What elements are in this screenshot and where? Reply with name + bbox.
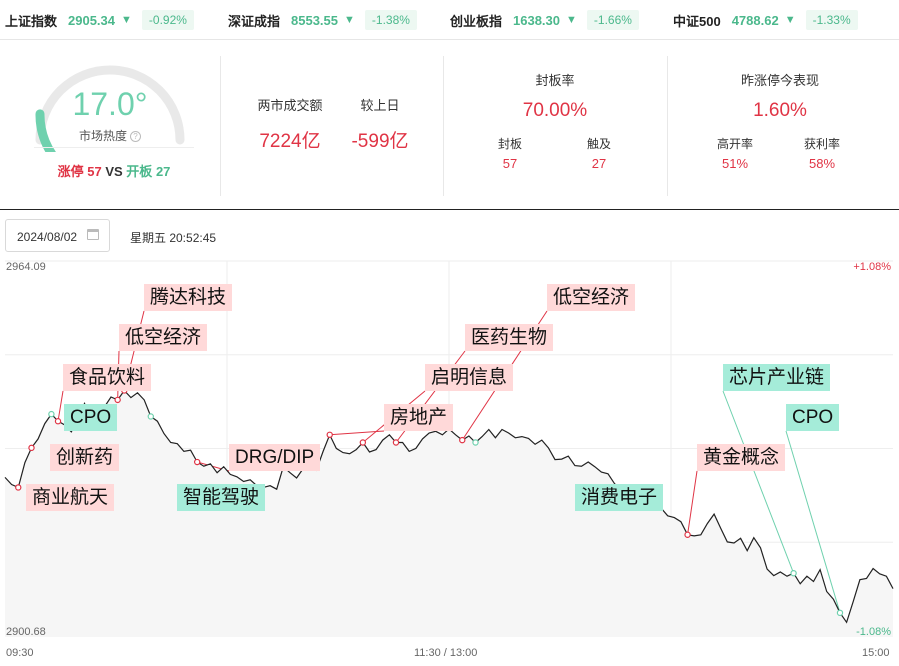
date-value: 2024/08/02 <box>17 230 78 244</box>
pct-max-label: +1.08% <box>853 261 891 273</box>
vs-text: VS <box>105 164 123 179</box>
marker-line <box>687 470 698 535</box>
ticker-value: 2905.34 <box>68 12 116 28</box>
marker-dot <box>359 439 367 446</box>
marker-dot <box>392 439 400 446</box>
ticker-pct-badge: -0.92% <box>141 10 194 30</box>
intraday-chart: 商业航天 创新药 CPO 食品饮料 低空经济 腾达科技智能驾驶 DRG/DIP 房地产 启明信息… <box>0 258 899 666</box>
ticker-pct-badge: -1.38% <box>364 10 417 30</box>
marker-dot <box>15 484 22 491</box>
event-tag[interactable]: 低空经济 <box>547 284 636 311</box>
profit-rate: 58% <box>808 156 836 171</box>
y-min-label: 2900.68 <box>6 626 46 638</box>
volume-compare-value: -599亿 <box>351 131 409 152</box>
ticker-name: 上证指数 <box>5 13 58 29</box>
divider <box>220 56 221 196</box>
marker-dot <box>326 431 333 439</box>
ticker-item-chinext[interactable]: 创业板指 1638.30 ▼ -1.66% <box>450 9 639 31</box>
event-tag[interactable]: CPO <box>64 404 118 431</box>
limit-up-label: 涨停 <box>57 164 84 179</box>
volume-label: 两市成交额 <box>257 98 323 113</box>
yesterday-perf-label: 昨涨停今表现 <box>740 73 819 88</box>
down-arrow-icon: ▼ <box>566 14 577 26</box>
event-tag[interactable]: 黄金概念 <box>697 444 786 471</box>
ticker-pct-badge: -1.66% <box>586 10 639 30</box>
sealed-count: 57 <box>502 156 518 171</box>
y-max-label: 2964.09 <box>6 261 46 273</box>
ticker-name: 深证成指 <box>228 13 281 29</box>
pct-min-label: -1.08% <box>856 626 891 638</box>
divider <box>667 56 668 196</box>
ticker-name: 中证500 <box>673 13 721 29</box>
market-heat-label-text: 市场热度 <box>78 129 127 143</box>
limit-up-count: 57 <box>87 164 102 179</box>
marker-dot <box>790 569 797 577</box>
marker-dot <box>472 439 479 446</box>
down-arrow-icon: ▼ <box>784 14 796 26</box>
ticker-value: 1638.30 <box>513 12 561 28</box>
x-label-open: 09:30 <box>6 647 34 659</box>
market-heat-label: 市场热度? <box>60 127 160 144</box>
marker-dot <box>114 396 121 404</box>
x-label-midday: 11:30 / 13:00 <box>414 647 478 659</box>
down-arrow-icon: ▼ <box>121 14 132 26</box>
volume-compare-label: 较上日 <box>360 98 400 113</box>
weekday-time: 星期五 20:52:45 <box>130 231 217 245</box>
marker-dot <box>459 436 466 444</box>
marker-dot <box>193 458 201 466</box>
event-tag[interactable]: 消费电子 <box>575 484 664 511</box>
market-stats-panel: 17.0° 市场热度? 涨停 57 VS 开板 27 两市成交额 7224亿 较… <box>0 44 899 210</box>
sealed-label: 封板 <box>497 137 522 151</box>
high-open-label: 高开率 <box>716 137 753 151</box>
market-heat-value: 17.0° <box>72 86 148 122</box>
open-board-label: 开板 <box>126 164 153 179</box>
event-tag[interactable]: DRG/DIP <box>229 444 321 471</box>
marker-dot <box>48 410 55 418</box>
divider <box>443 56 444 196</box>
ticker-item-sse[interactable]: 上证指数 2905.34 ▼ -0.92% <box>5 9 194 31</box>
ticker-value: 8553.55 <box>291 12 339 28</box>
event-tag[interactable]: 医药生物 <box>465 324 554 351</box>
event-tag[interactable]: 房地产 <box>384 404 454 431</box>
marker-line <box>57 390 64 422</box>
marker-dot <box>684 531 691 538</box>
marker-dot <box>836 609 844 617</box>
event-tag[interactable]: 创新药 <box>50 444 120 471</box>
x-label-close: 15:00 <box>862 647 890 659</box>
event-tag[interactable]: 腾达科技 <box>144 284 233 311</box>
ticker-item-szse[interactable]: 深证成指 8553.55 ▼ -1.38% <box>228 9 417 31</box>
touched-count: 27 <box>591 156 607 171</box>
marker-dot <box>147 413 154 420</box>
help-icon[interactable]: ? <box>130 131 141 143</box>
event-tag[interactable]: 智能驾驶 <box>177 484 266 511</box>
event-tag[interactable]: 启明信息 <box>425 364 514 391</box>
yesterday-perf-value: 1.60% <box>753 100 807 121</box>
ticker-name: 创业板指 <box>450 13 503 29</box>
event-tag[interactable]: 低空经济 <box>119 324 208 351</box>
event-tag[interactable]: 食品饮料 <box>63 364 152 391</box>
limit-up-summary: 涨停 57 VS 开板 27 <box>34 147 194 180</box>
index-ticker-bar: 上证指数 2905.34 ▼ -0.92% 深证成指 8553.55 ▼ -1.… <box>0 0 899 40</box>
ticker-item-csi500[interactable]: 中证500 4788.62 ▼ -1.33% <box>673 9 858 31</box>
volume-value: 7224亿 <box>259 131 321 152</box>
open-board-count: 27 <box>155 164 171 179</box>
calendar-icon[interactable] <box>87 229 99 240</box>
event-tag[interactable]: CPO <box>786 404 840 431</box>
high-open-rate: 51% <box>721 156 749 171</box>
event-tag[interactable]: 芯片产业链 <box>723 364 831 391</box>
marker-dot <box>28 444 35 452</box>
touched-label: 触及 <box>586 137 611 151</box>
event-tag[interactable]: 商业航天 <box>26 484 115 511</box>
down-arrow-icon: ▼ <box>344 14 355 26</box>
marker-dot <box>54 418 62 425</box>
seal-rate-value: 70.00% <box>522 100 588 121</box>
profit-label: 获利率 <box>803 137 840 151</box>
ticker-pct-badge: -1.33% <box>805 10 858 30</box>
ticker-value: 4788.62 <box>731 12 779 28</box>
seal-rate-label: 封板率 <box>535 73 575 88</box>
